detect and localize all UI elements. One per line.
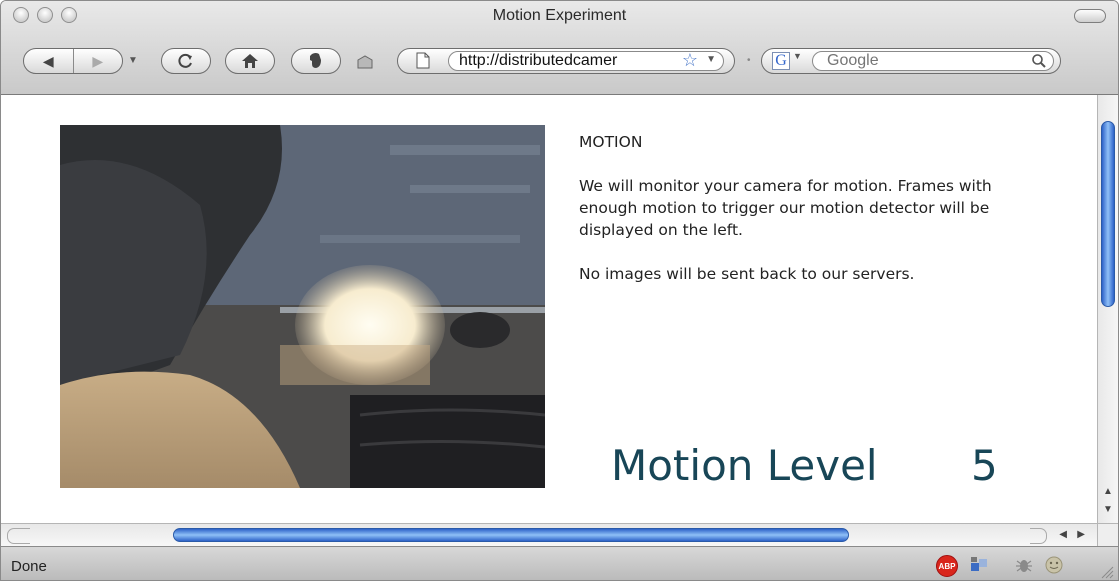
evernote-icon [310, 53, 321, 68]
search-bar: G ▼ [761, 48, 1061, 74]
horizontal-track-end [1030, 528, 1047, 544]
search-icon[interactable] [1031, 53, 1047, 69]
browser-toolbar: Motion Experiment ◀ ▶ ▼ http://distribut… [1, 1, 1118, 95]
bug-icon[interactable] [1014, 555, 1034, 575]
window-title: Motion Experiment [492, 7, 627, 24]
motion-level-value: 5 [971, 441, 998, 490]
address-bar: http://distributedcamer ☆ ▼ [397, 48, 735, 74]
search-engine-dropdown-icon[interactable]: ▼ [793, 51, 802, 61]
toolbar-toggle-button[interactable] [1074, 9, 1106, 23]
history-dropdown-icon[interactable]: ▼ [128, 55, 138, 66]
horizontal-scroll-thumb[interactable] [173, 528, 849, 542]
back-icon: ◀ [42, 52, 54, 69]
url-text: http://distributedcamer [459, 52, 618, 69]
browser-window: Motion Experiment ◀ ▶ ▼ http://distribut… [0, 0, 1119, 581]
home-button[interactable] [225, 48, 275, 74]
info-paragraph-1: We will monitor your camera for motion. … [579, 177, 992, 239]
info-text: MOTION We will monitor your camera for m… [579, 131, 1049, 307]
back-forward-segment: ◀ ▶ [23, 48, 123, 74]
scroll-right-icon[interactable]: ▶ [1077, 529, 1085, 540]
camera-frame-image [60, 125, 545, 488]
search-input[interactable] [825, 51, 1009, 71]
motion-level-label: Motion Level [611, 441, 878, 490]
back-button[interactable]: ◀ [24, 49, 74, 73]
page-content: MOTION We will monitor your camera for m… [1, 95, 1097, 523]
scroll-left-icon[interactable]: ◀ [1059, 529, 1067, 540]
resize-grip-icon[interactable] [1100, 565, 1114, 579]
firebug-icon[interactable] [969, 555, 989, 575]
forward-button[interactable]: ▶ [74, 49, 123, 73]
google-icon[interactable]: G [772, 52, 790, 70]
evernote-button[interactable] [291, 48, 341, 74]
home-icon [242, 54, 258, 68]
clip-icon[interactable] [356, 54, 374, 70]
bookmark-star-icon[interactable]: ☆ [682, 50, 698, 71]
search-field [812, 51, 1054, 71]
url-dropdown-icon[interactable]: ▼ [706, 54, 716, 65]
adblock-icon[interactable]: ABP [936, 555, 958, 577]
scroll-down-icon[interactable]: ▼ [1103, 504, 1113, 515]
status-text: Done [11, 558, 47, 575]
horizontal-track-start [7, 528, 30, 544]
page-icon [416, 52, 430, 69]
reload-icon [178, 53, 192, 68]
horizontal-scrollbar[interactable]: ◀ ▶ [1, 523, 1097, 546]
info-paragraph-2: No images will be sent back to our serve… [579, 265, 915, 283]
scroll-corner [1097, 523, 1118, 546]
reload-button[interactable] [161, 48, 211, 74]
forward-icon: ▶ [92, 52, 104, 69]
vertical-scroll-thumb[interactable] [1101, 121, 1115, 307]
info-heading: MOTION [579, 133, 643, 151]
separator-dot: • [747, 55, 751, 66]
vertical-scrollbar[interactable]: ▲ ▼ [1097, 95, 1118, 523]
scroll-up-icon[interactable]: ▲ [1103, 486, 1113, 497]
status-bar: Done ABP [1, 546, 1118, 580]
smiley-icon[interactable] [1044, 555, 1064, 575]
